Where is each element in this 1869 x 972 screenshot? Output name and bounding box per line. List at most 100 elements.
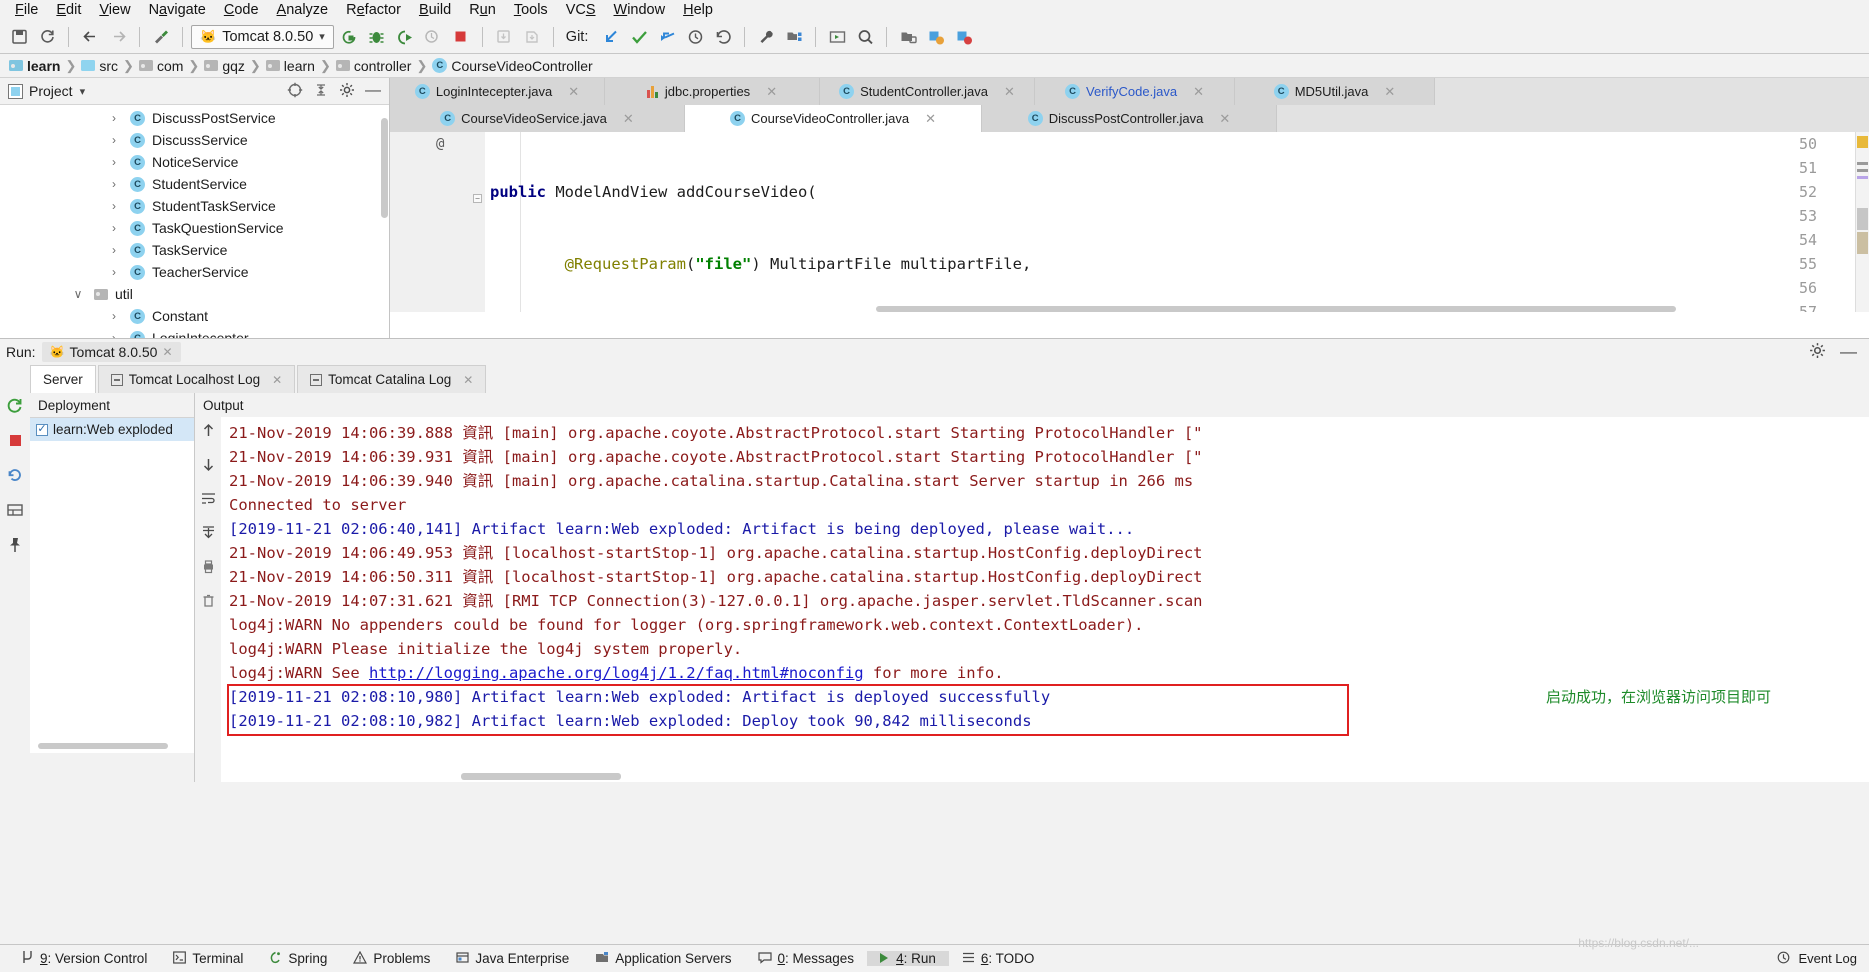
- editor-tab[interactable]: C LoginIntecepter.java ✕: [390, 78, 605, 105]
- close-icon[interactable]: ✕: [1193, 84, 1204, 100]
- warn-icon[interactable]: [923, 24, 949, 50]
- git-pull-icon[interactable]: [598, 24, 624, 50]
- status-bar-item-java-enterprise[interactable]: Java Enterprise: [443, 951, 582, 967]
- git-push-icon[interactable]: [654, 24, 680, 50]
- editor-tab[interactable]: C VerifyCode.java ✕: [1035, 78, 1235, 105]
- layout-icon[interactable]: [6, 501, 24, 522]
- editor-tab[interactable]: C CourseVideoService.java ✕: [390, 105, 685, 132]
- tree-item[interactable]: ∨ util: [0, 283, 389, 305]
- breadcrumb-item-learn[interactable]: learn: [4, 58, 65, 74]
- breadcrumb-item-learn[interactable]: learn: [261, 58, 320, 74]
- close-icon[interactable]: ✕: [925, 111, 936, 127]
- git-commit-check-icon[interactable]: [626, 24, 652, 50]
- tree-chevron-icon[interactable]: ›: [108, 155, 120, 169]
- menu-item-view[interactable]: View: [90, 0, 139, 20]
- run-icon[interactable]: [336, 24, 362, 50]
- code-editor[interactable]: − 50 51 52 53 54 55 56 57 @ public ModelAndView…: [390, 132, 1869, 312]
- editor-tab[interactable]: C StudentController.java ✕: [820, 78, 1035, 105]
- tree-item[interactable]: › C Constant: [0, 305, 389, 327]
- stop-icon[interactable]: [448, 24, 474, 50]
- back-arrow-icon[interactable]: [77, 24, 103, 50]
- menu-item-refactor[interactable]: Refactor: [337, 0, 410, 20]
- editor-tab[interactable]: C CourseVideoController.java ✕: [685, 105, 982, 132]
- delete-icon[interactable]: [201, 593, 216, 611]
- status-bar-item-spring[interactable]: Spring: [256, 951, 340, 967]
- tree-item[interactable]: › C TeacherService: [0, 261, 389, 283]
- event-log-label[interactable]: Event Log: [1798, 951, 1857, 966]
- project-tree-scrollbar[interactable]: [381, 118, 388, 218]
- rerun-icon[interactable]: [6, 397, 24, 418]
- breadcrumb-item-gqz[interactable]: gqz: [199, 58, 250, 74]
- tree-item[interactable]: › C TaskQuestionService: [0, 217, 389, 239]
- scroll-to-end-icon[interactable]: [201, 525, 216, 543]
- tree-item[interactable]: › C NoticeService: [0, 151, 389, 173]
- console-tab[interactable]: Server: [30, 365, 96, 393]
- scroll-down-icon[interactable]: [201, 457, 216, 475]
- close-icon[interactable]: ✕: [1004, 84, 1015, 100]
- close-icon[interactable]: ✕: [1384, 84, 1395, 100]
- tree-item[interactable]: › C StudentTaskService: [0, 195, 389, 217]
- error-stripe-gutter[interactable]: [1855, 132, 1869, 312]
- settings-wrench-icon[interactable]: [753, 24, 779, 50]
- tree-chevron-icon[interactable]: ›: [108, 309, 120, 323]
- database-icon[interactable]: [895, 24, 921, 50]
- hide-panel-icon[interactable]: —: [365, 83, 381, 99]
- breadcrumb-item-coursevideocontroller[interactable]: C CourseVideoController: [427, 58, 597, 74]
- tree-chevron-icon[interactable]: ›: [108, 111, 120, 125]
- close-icon[interactable]: ✕: [568, 84, 579, 100]
- sync-icon[interactable]: [34, 24, 60, 50]
- scroll-thumb-2[interactable]: [1857, 232, 1868, 254]
- editor-horizontal-scrollbar[interactable]: [876, 306, 1676, 312]
- status-bar-item-application-servers[interactable]: Application Servers: [582, 951, 744, 967]
- menu-item-file[interactable]: File: [6, 0, 47, 20]
- tree-item[interactable]: › C TaskService: [0, 239, 389, 261]
- window-icon[interactable]: [824, 24, 850, 50]
- tree-chevron-icon[interactable]: ›: [108, 331, 120, 338]
- tree-chevron-icon[interactable]: ›: [108, 133, 120, 147]
- print-icon[interactable]: [201, 559, 216, 577]
- close-icon[interactable]: ✕: [272, 373, 282, 387]
- breadcrumb-item-com[interactable]: com: [134, 58, 188, 74]
- history-icon[interactable]: [682, 24, 708, 50]
- status-bar-item-0-messages[interactable]: 0: Messages: [745, 951, 868, 967]
- menu-item-run[interactable]: Run: [460, 0, 505, 20]
- error-icon[interactable]: [951, 24, 977, 50]
- editor-tab[interactable]: C DiscussPostController.java ✕: [982, 105, 1277, 132]
- menu-item-window[interactable]: Window: [605, 0, 675, 20]
- scroll-thumb[interactable]: [1857, 208, 1868, 230]
- status-bar-item-9-version-control[interactable]: 9: Version Control: [8, 950, 160, 967]
- hide-panel-icon[interactable]: —: [1840, 343, 1857, 360]
- menu-item-analyze[interactable]: Analyze: [268, 0, 338, 20]
- run-configuration-selector[interactable]: 🐱 Tomcat 8.0.50 ▾: [191, 24, 334, 49]
- menu-item-vcs[interactable]: VCS: [557, 0, 605, 20]
- save-icon[interactable]: [6, 24, 32, 50]
- tree-chevron-icon[interactable]: ›: [108, 265, 120, 279]
- close-icon[interactable]: ✕: [766, 84, 777, 100]
- tree-item[interactable]: › C StudentService: [0, 173, 389, 195]
- project-structure-icon[interactable]: [781, 24, 807, 50]
- breadcrumb-item-controller[interactable]: controller: [331, 58, 417, 74]
- status-bar-item-problems[interactable]: Problems: [340, 950, 443, 967]
- build-hammer-icon[interactable]: [148, 24, 174, 50]
- console-tab[interactable]: Tomcat Localhost Log ✕: [97, 365, 296, 393]
- checkbox-checked-icon[interactable]: ✓: [36, 423, 48, 436]
- settings-gear-icon[interactable]: [339, 82, 355, 101]
- tree-item[interactable]: › C DiscussService: [0, 129, 389, 151]
- tree-chevron-icon[interactable]: ›: [108, 199, 120, 213]
- project-tree[interactable]: › C DiscussPostService › C DiscussService › C No…: [0, 105, 389, 338]
- menu-item-tools[interactable]: Tools: [505, 0, 557, 20]
- stop-icon[interactable]: [7, 432, 24, 452]
- editor-tab[interactable]: C MD5Util.java ✕: [1235, 78, 1435, 105]
- chevron-down-icon[interactable]: ▾: [80, 85, 86, 98]
- tree-chevron-icon[interactable]: ›: [108, 177, 120, 191]
- deployment-item[interactable]: ✓ learn:Web exploded: [30, 418, 194, 441]
- soft-wrap-icon[interactable]: [201, 491, 216, 509]
- status-bar-item-4-run[interactable]: 4: Run: [867, 951, 949, 966]
- status-bar-item-6-todo[interactable]: 6: TODO: [949, 951, 1048, 967]
- code-fold-marker[interactable]: −: [473, 194, 482, 203]
- menu-item-help[interactable]: Help: [674, 0, 722, 20]
- run-with-coverage-icon[interactable]: [392, 24, 418, 50]
- tree-item[interactable]: › C DiscussPostService: [0, 107, 389, 129]
- scroll-up-icon[interactable]: [201, 423, 216, 441]
- console-tab[interactable]: Tomcat Catalina Log ✕: [297, 365, 487, 393]
